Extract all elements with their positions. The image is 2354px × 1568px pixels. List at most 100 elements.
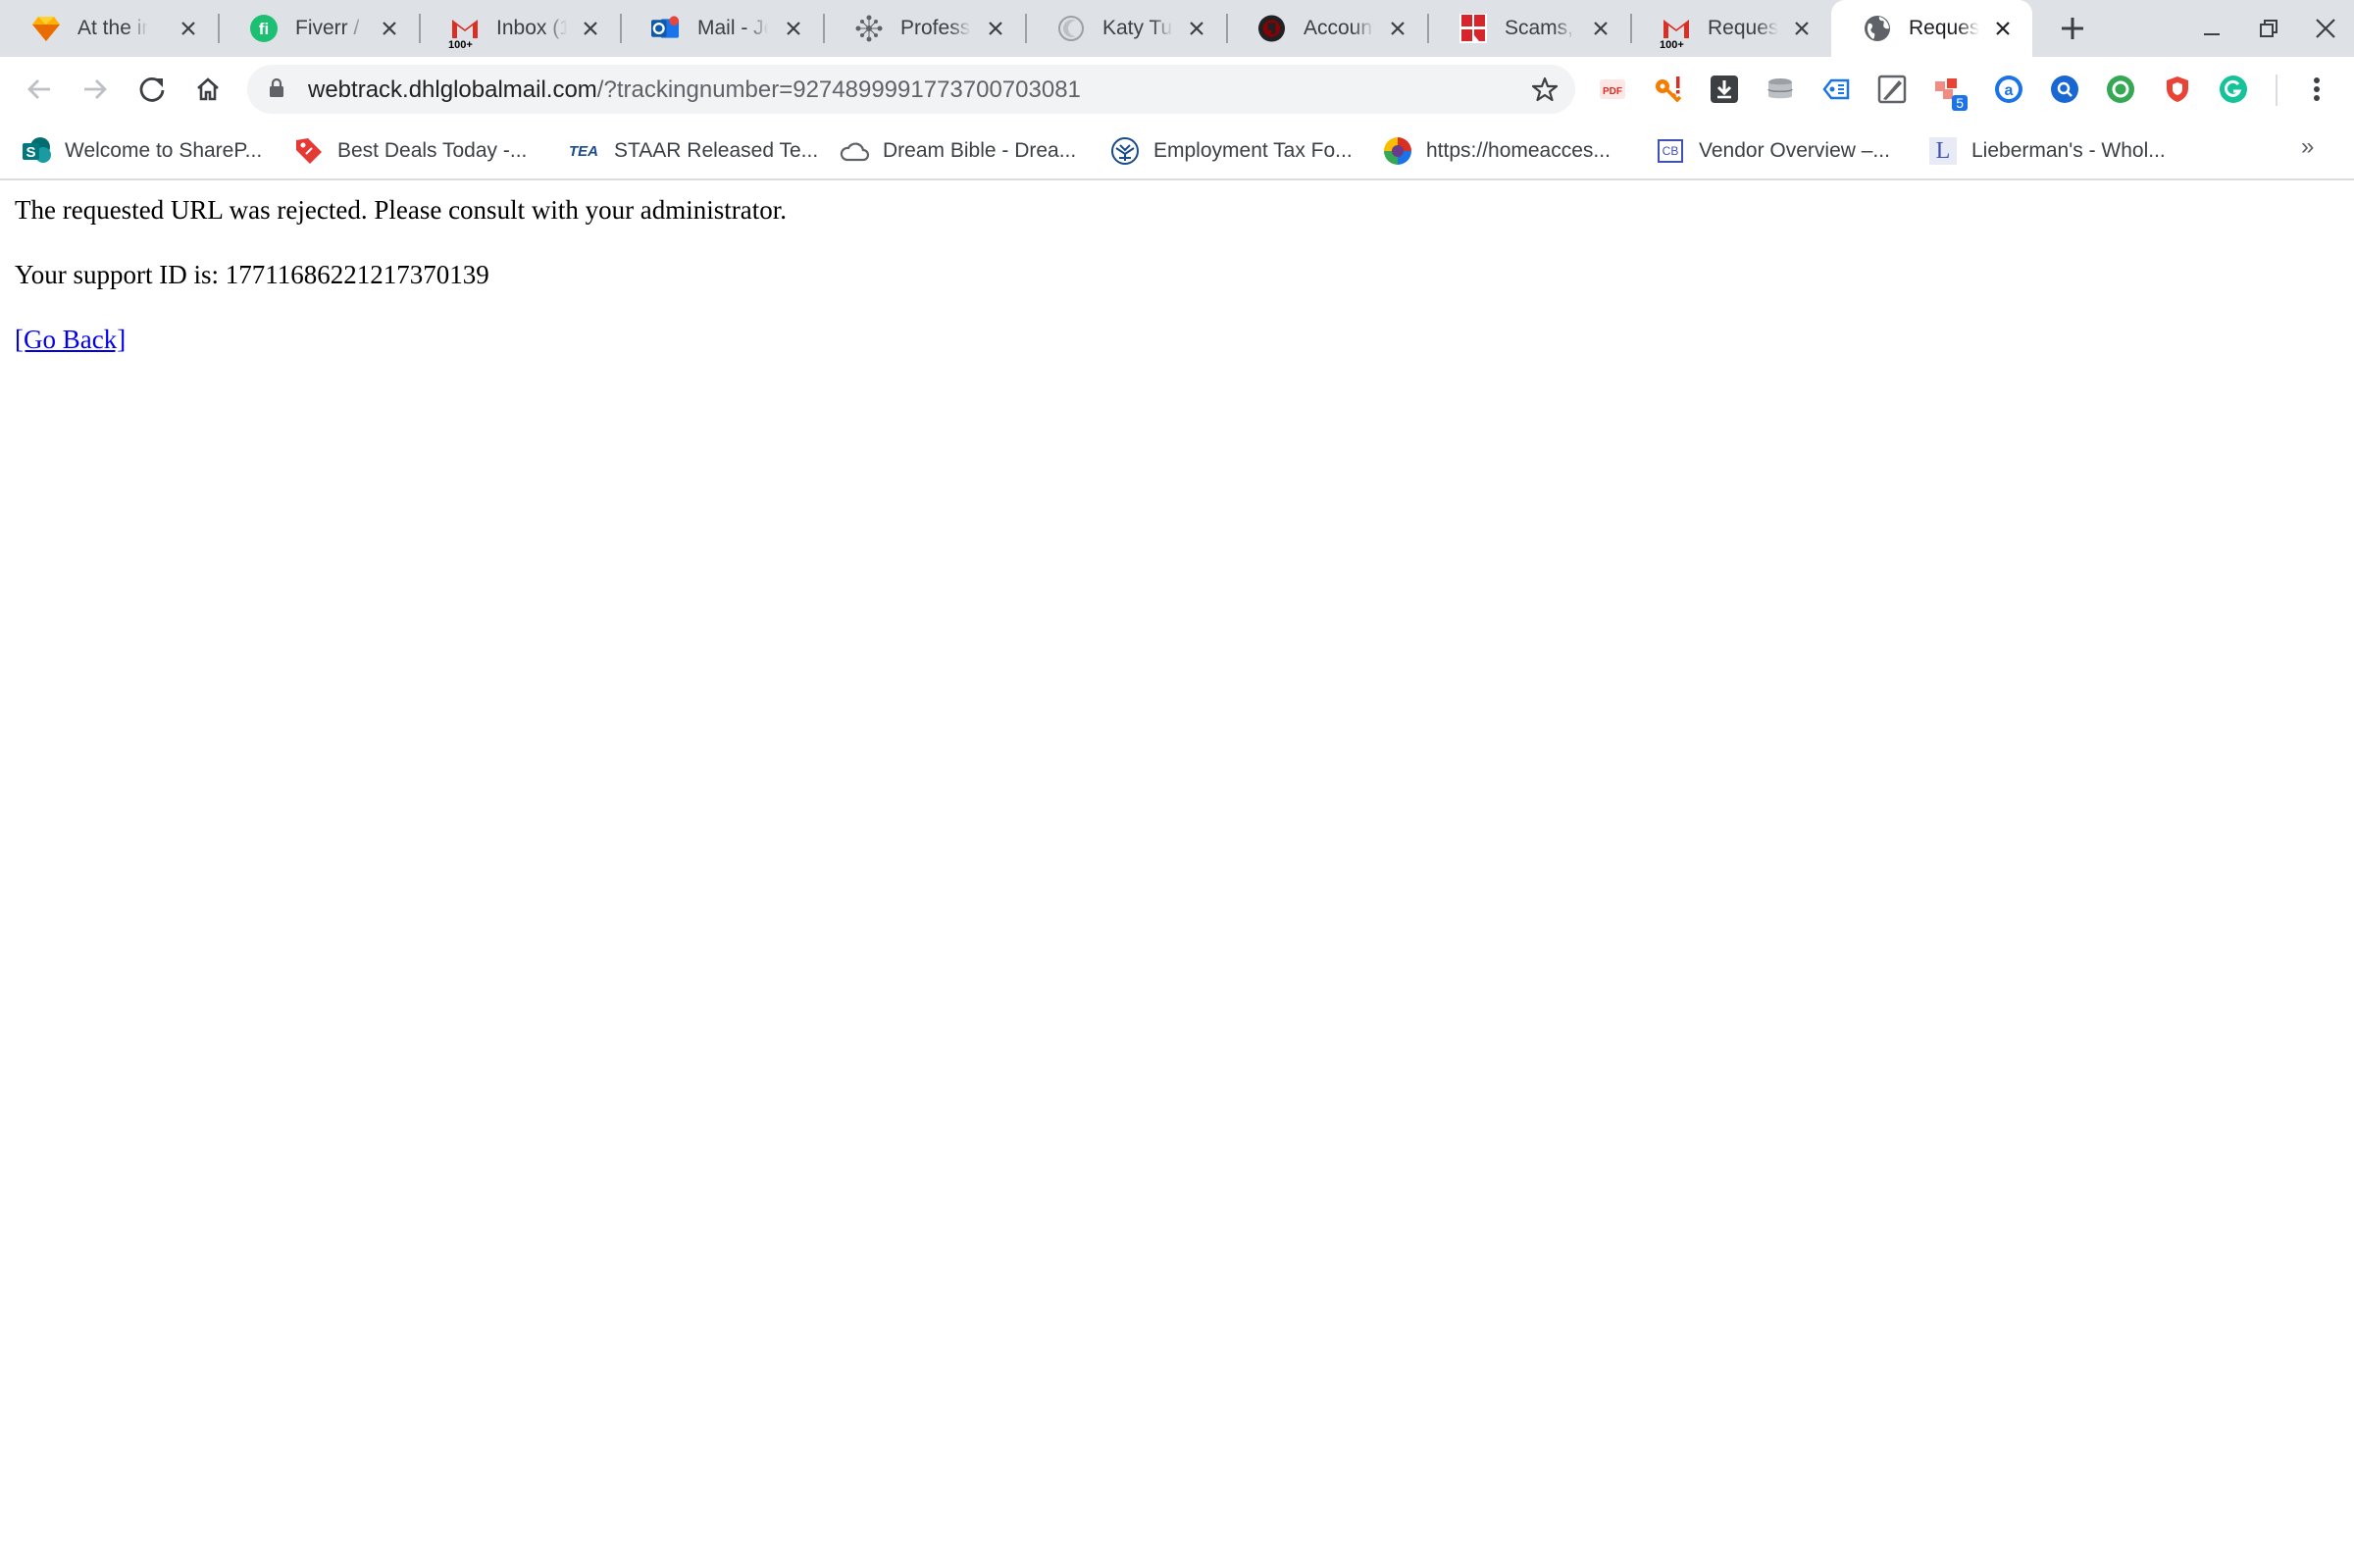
gmail-icon: 100+ [448,15,479,51]
tab-title: At the internet [77,17,148,39]
download-extension-icon[interactable] [1709,74,1740,105]
l-icon: L [1928,136,1958,166]
bookmark-homeaccess[interactable]: https://homeacces... [1383,133,1611,169]
cloud-icon [840,136,869,166]
close-icon[interactable] [378,17,401,40]
cb-icon-text: CB [1658,139,1683,163]
bookmark-staar[interactable]: TEA STAAR Released Te... [567,133,818,169]
close-window-button[interactable] [2311,14,2340,43]
bookmark-label: Best Deals Today -... [337,139,528,162]
forward-button[interactable] [76,70,115,109]
outlook-icon [651,15,680,43]
tab-title: Fiverr / Inbox [295,17,366,39]
bookmark-label: https://homeacces... [1426,139,1611,162]
globe-icon [1863,15,1891,43]
close-icon[interactable] [1991,17,2015,40]
a-circle-extension-icon[interactable]: a [1993,74,2024,105]
bookmark-label: Dream Bible - Drea... [883,139,1077,162]
deals-tag-icon [294,136,324,166]
tab-title: Request Rejected [1909,17,1979,39]
bookmark-dream-bible[interactable]: Dream Bible - Drea... [840,133,1076,169]
pdf-label: PDF [1603,86,1622,97]
url-host: webtrack.dhlglobalmail.com [308,76,597,103]
gmail-badge: 100+ [448,38,473,51]
bookmark-label: Employment Tax Fo... [1153,139,1353,162]
close-icon[interactable] [1185,17,1208,40]
cb-icon: CB [1656,136,1685,166]
tab-1[interactable]: At the internet [0,0,218,57]
url-text[interactable]: webtrack.dhlglobalmail.com/?trackingnumb… [308,76,1081,104]
restore-button[interactable] [2254,14,2283,43]
irs-eagle-icon [1110,136,1140,166]
close-icon[interactable] [1790,17,1814,40]
draw-extension-icon[interactable] [1876,74,1908,105]
bookmark-best-deals[interactable]: Best Deals Today -... [294,133,527,169]
bookmark-label: Welcome to ShareP... [65,139,263,162]
close-icon[interactable] [984,17,1007,40]
tab-9[interactable]: 100+ Request [1630,0,1831,57]
back-button[interactable] [20,70,59,109]
database-extension-icon[interactable] [1765,74,1796,105]
tab-6[interactable]: Katy Tutor [1025,0,1226,57]
go-back-link[interactable]: [Go Back] [15,325,126,354]
close-icon[interactable] [1589,17,1612,40]
close-icon[interactable] [782,17,805,40]
key-extension-icon[interactable] [1653,74,1684,105]
tab-2[interactable]: fi Fiverr / Inbox [218,0,419,57]
bookmark-label: Vendor Overview –... [1699,139,1890,162]
search-extension-icon[interactable] [2049,74,2080,105]
browser-toolbar: webtrack.dhlglobalmail.com/?trackingnumb… [0,57,2354,122]
green-circle-extension-icon[interactable] [2105,74,2136,105]
lock-icon[interactable] [269,77,284,103]
svg-text:a: a [2005,82,2014,99]
l-icon-text: L [1929,137,1957,165]
more-bookmarks-chevron-icon[interactable]: » [2301,133,2314,161]
bookmark-liebermans[interactable]: L Lieberman's - Whol... [1928,133,2166,169]
grammarly-extension-icon[interactable] [2218,74,2249,105]
gmail-icon: 100+ [1660,15,1690,51]
tea-icon-text: TEA [569,142,598,160]
close-icon[interactable] [177,17,200,40]
bookmark-sharepoint[interactable]: S Welcome to ShareP... [22,133,262,169]
toolbar-separator [2276,75,2277,106]
new-tab-button[interactable] [2056,12,2089,45]
tab-10-active[interactable]: Request Rejected [1831,0,2032,57]
dark-circle-icon [1257,15,1286,43]
home-button[interactable] [188,70,228,109]
bookmark-star-icon[interactable] [1531,76,1559,107]
tab-title: Mail - Jen [697,17,768,39]
bookmark-employment-tax[interactable]: Employment Tax Fo... [1110,133,1353,169]
tab-title: Katy Tutor [1102,17,1173,39]
close-icon[interactable] [579,17,602,40]
colorwheel-icon [1383,136,1412,166]
support-id: Your support ID is: 17711686221217370139 [15,260,489,289]
shield-extension-icon[interactable] [2162,74,2193,105]
close-icon[interactable] [1386,17,1409,40]
svg-text:fi: fi [258,20,268,38]
svg-text:S: S [26,144,35,161]
red-r-icon [1458,14,1487,43]
tea-icon: TEA [567,136,600,166]
chrome-menu-icon[interactable] [2301,74,2332,105]
tab-5[interactable]: Professional [823,0,1025,57]
page-content: The requested URL was rejected. Please c… [15,192,787,386]
tab-7[interactable]: Account [1226,0,1427,57]
fiverr-icon: fi [249,15,278,43]
address-bar[interactable]: webtrack.dhlglobalmail.com/?trackingnumb… [247,65,1575,114]
bookmarks-bar: S Welcome to ShareP... Best Deals Today … [0,122,2354,180]
tag-extension-icon[interactable] [1820,74,1852,105]
tab-title: Scams, re [1505,17,1575,39]
tab-title: Account [1304,17,1374,39]
minimize-button[interactable] [2197,14,2226,43]
bookmark-label: STAAR Released Te... [614,139,819,162]
tab-4[interactable]: Mail - Jen [620,0,823,57]
tab-strip: At the internet fi Fiverr / Inbox 100+ I… [0,0,2354,57]
tab-8[interactable]: Scams, re [1427,0,1630,57]
reload-button[interactable] [132,70,172,109]
pdf-extension-icon[interactable]: PDF [1597,74,1628,105]
sketch-diamond-icon [31,15,60,43]
network-icon [854,15,883,43]
bookmark-vendor-overview[interactable]: CB Vendor Overview –... [1656,133,1890,169]
puzzle-extension-icon[interactable]: 5 [1932,74,1968,111]
tab-3[interactable]: 100+ Inbox (1,1 [419,0,620,57]
